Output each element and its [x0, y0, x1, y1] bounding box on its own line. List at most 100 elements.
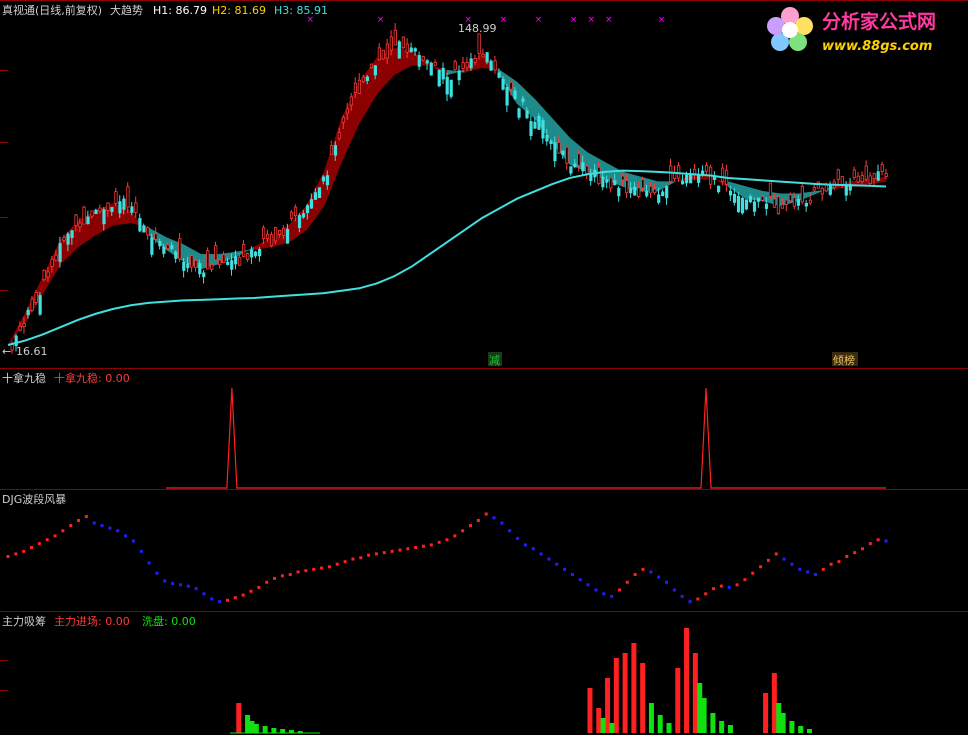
- djg-dot: [155, 571, 159, 575]
- main-indicator: 大趋势: [110, 3, 143, 17]
- candle-body: [138, 218, 142, 232]
- washout-bar: [648, 703, 654, 733]
- p2-value: 十拿九稳: 0.00: [54, 371, 130, 385]
- candle-body: [30, 298, 34, 311]
- djg-band-panel: [6, 512, 888, 604]
- stock-chart[interactable]: × × × × × × × × × 真视通(日线,前复权) 大趋势 H1: 86.79 H2: …: [0, 0, 968, 735]
- p3-title: DJG波段风暴: [2, 492, 66, 506]
- djg-dot: [539, 552, 543, 556]
- djg-dot: [312, 567, 316, 571]
- djg-dot: [759, 565, 763, 569]
- candle-body: [150, 237, 154, 255]
- djg-dot: [845, 555, 849, 558]
- watermark-name: 分析家公式网: [822, 10, 936, 33]
- sell-marker: ×: [658, 15, 666, 25]
- djg-dot: [837, 560, 841, 564]
- candle-body: [501, 78, 505, 90]
- candle-body: [226, 261, 230, 266]
- candle-body: [405, 43, 409, 53]
- candle-body: [146, 227, 150, 236]
- candle-body: [613, 180, 617, 186]
- djg-dot: [53, 534, 57, 538]
- candle-body: [270, 234, 274, 247]
- washout-bar: [776, 703, 782, 733]
- candle-body: [62, 237, 66, 241]
- candle-body: [425, 60, 429, 64]
- washout-bar: [609, 723, 615, 733]
- djg-dot: [806, 570, 810, 574]
- djg-dot: [351, 557, 355, 561]
- candle-body: [206, 250, 210, 270]
- candle-body: [736, 195, 741, 213]
- main-force-bar: [684, 628, 690, 733]
- candle-body: [381, 49, 385, 60]
- washout-bar: [727, 725, 733, 733]
- washout-bar: [697, 683, 703, 733]
- djg-dot: [280, 574, 284, 578]
- djg-dot: [147, 561, 151, 565]
- candle-body: [864, 165, 868, 180]
- p4-title: 主力吸筹: [2, 614, 46, 628]
- candle-body: [505, 87, 509, 106]
- candle-body: [509, 81, 513, 90]
- candle-body: [469, 58, 473, 69]
- washout-bar: [280, 729, 286, 733]
- djg-dot: [712, 587, 716, 591]
- washout-bar: [657, 715, 663, 733]
- djg-dot: [30, 545, 34, 549]
- candle-body: [860, 175, 864, 182]
- p4-label1: 主力进场: 0.00: [54, 614, 130, 628]
- candle-body: [569, 166, 573, 174]
- djg-dot: [782, 557, 786, 561]
- candle-body: [102, 209, 106, 225]
- candle-body: [621, 175, 625, 181]
- candle-body: [716, 185, 721, 193]
- djg-dot: [131, 539, 135, 543]
- candle-body: [525, 110, 529, 119]
- washout-bar: [780, 713, 786, 733]
- candle-body: [852, 169, 856, 178]
- djg-dot: [735, 583, 739, 587]
- candle-body: [677, 165, 681, 179]
- candle-body: [429, 62, 433, 76]
- spike-line: [166, 387, 886, 489]
- djg-dot: [860, 547, 864, 551]
- high-price-label: 148.99: [458, 22, 497, 35]
- candle-body: [872, 173, 876, 179]
- candle-body: [186, 263, 190, 269]
- candle-body: [577, 153, 581, 166]
- candle-body: [182, 261, 186, 271]
- candle-body: [325, 175, 330, 186]
- candle-body: [485, 52, 489, 63]
- candle-body: [812, 187, 816, 191]
- candle-body: [417, 55, 421, 67]
- candle-body: [50, 258, 54, 267]
- candle-body: [529, 121, 533, 136]
- p2-title: 十拿九稳: [2, 371, 46, 385]
- candle-body: [38, 295, 42, 315]
- candle-body: [118, 201, 122, 214]
- djg-dot: [69, 524, 73, 528]
- candle-body: [625, 180, 629, 194]
- candle-body: [114, 191, 118, 204]
- djg-dot: [461, 529, 465, 533]
- candle-body: [645, 190, 649, 197]
- candle-body: [681, 180, 685, 185]
- sell-marker: ×: [500, 15, 508, 25]
- candle-body: [748, 196, 753, 203]
- candle-body: [126, 186, 130, 208]
- main-force-bar: [236, 703, 242, 733]
- candle-body: [517, 108, 521, 118]
- candle-body: [42, 269, 46, 281]
- candle-body: [262, 227, 266, 239]
- candle-body: [154, 233, 158, 240]
- djg-dot: [22, 549, 26, 553]
- djg-dot: [398, 548, 402, 552]
- djg-dot: [241, 593, 245, 597]
- djg-dot: [570, 573, 574, 577]
- candle-body: [705, 165, 709, 172]
- candle-body: [453, 61, 457, 71]
- main-force-bar: [596, 708, 602, 733]
- candle-body: [473, 58, 477, 63]
- candle-body: [333, 145, 338, 156]
